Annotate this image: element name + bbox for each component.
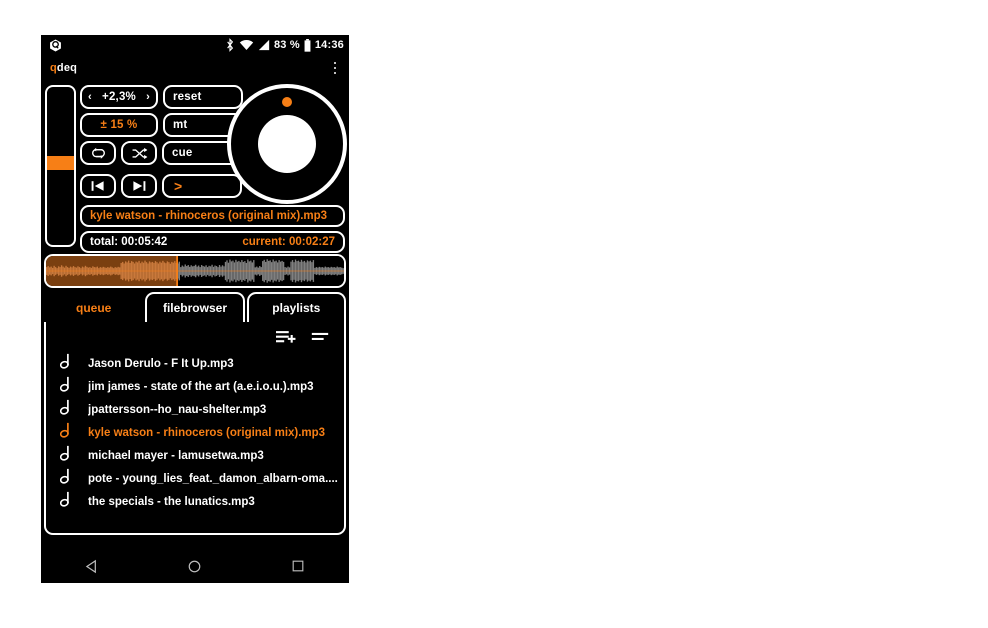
- track-list-item[interactable]: Jason Derulo - F It Up.mp3: [46, 352, 344, 375]
- wifi-icon: [239, 39, 254, 50]
- tab-bar: queue filebrowser playlists: [44, 292, 346, 322]
- battery-icon: [304, 38, 311, 52]
- reset-button[interactable]: reset: [163, 85, 243, 109]
- track-title: jpattersson--ho_nau-shelter.mp3: [88, 403, 267, 416]
- next-button[interactable]: [121, 174, 157, 198]
- jog-wheel-center[interactable]: [258, 115, 316, 173]
- add-to-playlist-icon[interactable]: [276, 329, 296, 345]
- skip-next-icon: [133, 181, 146, 191]
- music-note-icon: [59, 468, 76, 489]
- shuffle-icon: [132, 147, 147, 159]
- current-time: current: 00:02:27: [242, 236, 335, 248]
- android-nav-bar: [41, 549, 349, 583]
- play-button[interactable]: >: [162, 174, 242, 198]
- jog-position-dot: [282, 97, 292, 107]
- clock: 14:36: [314, 39, 344, 51]
- track-list-item[interactable]: michael mayer - lamusetwa.mp3: [46, 444, 344, 467]
- pitch-increment-icon[interactable]: ›: [146, 91, 150, 103]
- now-playing-title[interactable]: kyle watson - rhinoceros (original mix).…: [80, 205, 345, 227]
- music-note-icon: [59, 491, 76, 512]
- queue-panel: Jason Derulo - F It Up.mp3 jim james - st…: [44, 322, 346, 535]
- track-list-item[interactable]: pote - young_lies_feat._damon_albarn-oma…: [46, 467, 344, 490]
- list-action-bar: [46, 324, 344, 351]
- overflow-menu-icon[interactable]: [327, 59, 343, 77]
- music-note-icon: [59, 376, 76, 397]
- music-note-icon: [59, 422, 76, 443]
- track-list-item[interactable]: jim james - state of the art (a.e.i.o.u.…: [46, 375, 344, 398]
- previous-button[interactable]: [80, 174, 116, 198]
- jog-wheel[interactable]: [227, 84, 347, 204]
- bluetooth-icon: [227, 38, 234, 52]
- track-title: kyle watson - rhinoceros (original mix).…: [88, 426, 326, 439]
- pitch-fader[interactable]: [45, 85, 76, 247]
- pitch-stepper[interactable]: ‹ +2,3% ›: [80, 85, 158, 109]
- waveform-display[interactable]: [44, 254, 346, 288]
- app-title-rest: deq: [56, 62, 78, 74]
- pitch-range-button[interactable]: ± 15 %: [80, 113, 158, 137]
- cell-signal-icon: [258, 39, 270, 51]
- shuffle-button[interactable]: [121, 141, 157, 165]
- waveform-canvas: [46, 256, 344, 286]
- track-title: Jason Derulo - F It Up.mp3: [88, 357, 234, 370]
- track-list: Jason Derulo - F It Up.mp3 jim james - st…: [46, 351, 344, 513]
- tab-filebrowser[interactable]: filebrowser: [145, 292, 245, 322]
- battery-percent: 83 %: [273, 39, 300, 51]
- music-note-icon: [59, 353, 76, 374]
- back-triangle-icon[interactable]: [72, 549, 112, 583]
- pitch-value: +2,3%: [102, 91, 136, 103]
- recents-square-icon[interactable]: [278, 549, 318, 583]
- music-note-icon: [59, 399, 76, 420]
- app-bar: qdeq: [41, 55, 349, 81]
- phone-screen: 83 % 14:36 qdeq ‹ +2,3% › reset ± 15 % m…: [41, 35, 349, 583]
- time-display: total: 00:05:42 current: 00:02:27: [80, 231, 345, 253]
- tab-playlists[interactable]: playlists: [246, 292, 346, 322]
- app-title-accent: q: [50, 62, 57, 74]
- track-title: michael mayer - lamusetwa.mp3: [88, 449, 264, 462]
- track-list-item[interactable]: kyle watson - rhinoceros (original mix).…: [46, 421, 344, 444]
- tab-queue[interactable]: queue: [44, 292, 144, 322]
- status-bar-icons: 83 % 14:36: [225, 38, 344, 52]
- track-title: jim james - state of the art (a.e.i.o.u.…: [88, 380, 314, 393]
- track-title: the specials - the lunatics.mp3: [88, 495, 255, 508]
- q-logo-icon: [49, 39, 62, 52]
- loop-icon: [91, 147, 105, 159]
- total-time: total: 00:05:42: [90, 236, 168, 248]
- track-list-item[interactable]: the specials - the lunatics.mp3: [46, 490, 344, 513]
- music-note-icon: [59, 445, 76, 466]
- track-list-item[interactable]: jpattersson--ho_nau-shelter.mp3: [46, 398, 344, 421]
- skip-previous-icon: [91, 181, 104, 191]
- home-circle-icon[interactable]: [175, 549, 215, 583]
- sort-list-icon[interactable]: [310, 329, 330, 345]
- status-bar: 83 % 14:36: [41, 35, 349, 55]
- track-title: pote - young_lies_feat._damon_albarn-oma…: [88, 472, 338, 485]
- loop-button[interactable]: [80, 141, 116, 165]
- app-title: qdeq: [50, 62, 77, 74]
- deck-panel: ‹ +2,3% › reset ± 15 % mt cue > kyle wat…: [41, 81, 349, 253]
- pitch-fader-thumb[interactable]: [47, 156, 74, 170]
